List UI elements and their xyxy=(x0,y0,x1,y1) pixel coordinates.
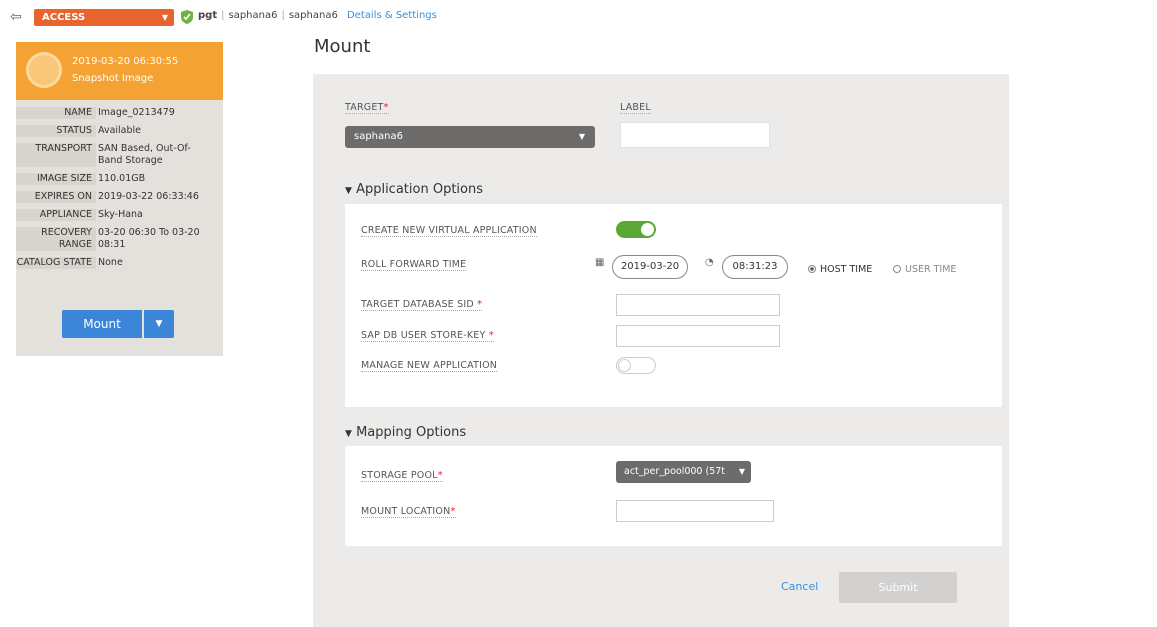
mount-location-input[interactable] xyxy=(616,500,774,522)
snapshot-panel: 2019-03-20 06:30:55 Snapshot Image NAME I… xyxy=(16,42,223,356)
roll-forward-time-label: ROLL FORWARD TIME xyxy=(361,259,467,271)
create-new-virtual-app-label: CREATE NEW VIRTUAL APPLICATION xyxy=(361,225,537,237)
chevron-down-icon: ▼ xyxy=(735,461,745,483)
snapshot-icon xyxy=(26,52,62,88)
property-value: Sky-Hana xyxy=(98,209,143,220)
details-settings-link[interactable]: Details & Settings xyxy=(347,10,437,21)
access-label: ACCESS xyxy=(42,12,86,23)
mapping-options-header[interactable]: ▼ Mapping Options xyxy=(345,425,466,440)
property-value: 2019-03-22 06:33:46 xyxy=(98,191,199,202)
target-database-sid-label: TARGET DATABASE SID * xyxy=(361,299,483,311)
snapshot-header: 2019-03-20 06:30:55 Snapshot Image xyxy=(16,42,223,100)
property-value: 110.01GB xyxy=(98,173,146,184)
application-options-header[interactable]: ▼ Application Options xyxy=(345,182,483,197)
breadcrumb-target[interactable]: saphana6 xyxy=(289,10,338,21)
property-key: CATALOG STATE xyxy=(16,257,96,269)
property-key: IMAGE SIZE xyxy=(16,173,96,185)
property-row: TRANSPORT SAN Based, Out-Of-Band Storage xyxy=(16,140,223,170)
property-row: EXPIRES ON 2019-03-22 06:33:46 xyxy=(16,188,223,206)
submit-button[interactable]: Submit xyxy=(839,572,957,603)
property-key: STATUS xyxy=(16,125,96,137)
storage-pool-value: act_per_pool000 (57t xyxy=(624,466,726,477)
property-row: RECOVERY RANGE 03-20 06:30 To 03-20 08:31 xyxy=(16,224,223,254)
property-value: SAN Based, Out-Of-Band Storage xyxy=(98,143,191,166)
exit-icon[interactable]: ⇦ xyxy=(10,9,28,25)
roll-forward-time-input[interactable]: 08:31:23 xyxy=(722,255,788,279)
storage-pool-label: STORAGE POOL* xyxy=(361,470,443,482)
top-bar: ⇦ ACCESS ▼ pgt | saphana6 | saphana6 Details… xyxy=(0,0,1157,34)
property-row: CATALOG STATE None xyxy=(16,254,223,272)
property-value: None xyxy=(98,257,123,268)
property-row: STATUS Available xyxy=(16,122,223,140)
property-key: TRANSPORT xyxy=(16,143,96,167)
chevron-down-icon: ▼ xyxy=(578,132,585,141)
access-dropdown[interactable]: ACCESS ▼ xyxy=(34,9,174,26)
roll-forward-date-input[interactable]: 2019-03-20 xyxy=(612,255,688,279)
breadcrumb: pgt | saphana6 | saphana6 Details & Settings xyxy=(198,10,437,21)
breadcrumb-app[interactable]: saphana6 xyxy=(228,10,277,21)
chevron-down-icon: ▼ xyxy=(161,13,168,22)
chevron-down-icon: ▼ xyxy=(155,319,163,329)
manage-new-application-toggle[interactable] xyxy=(616,357,656,374)
label-label: LABEL xyxy=(620,102,651,114)
breadcrumb-host[interactable]: pgt xyxy=(198,10,217,21)
shield-icon xyxy=(181,10,193,24)
property-row: IMAGE SIZE 110.01GB xyxy=(16,170,223,188)
target-label: TARGET* xyxy=(345,102,389,114)
target-value: saphana6 xyxy=(354,131,403,142)
radio-unselected-icon xyxy=(893,265,901,273)
property-key: RECOVERY RANGE xyxy=(16,227,96,251)
caret-down-icon: ▼ xyxy=(345,429,352,439)
mount-location-label: MOUNT LOCATION* xyxy=(361,506,456,518)
target-select[interactable]: saphana6 ▼ xyxy=(345,126,595,148)
radio-selected-icon xyxy=(808,265,816,273)
manage-new-application-label: MANAGE NEW APPLICATION xyxy=(361,360,498,372)
host-time-radio[interactable]: HOST TIME xyxy=(808,264,872,275)
property-row: NAME Image_0213479 xyxy=(16,104,223,122)
property-value: 03-20 06:30 To 03-20 08:31 xyxy=(98,227,200,250)
label-input[interactable] xyxy=(620,122,770,148)
property-value: Available xyxy=(98,125,142,136)
create-new-virtual-app-toggle[interactable] xyxy=(616,221,656,238)
caret-down-icon: ▼ xyxy=(345,186,352,196)
target-database-sid-input[interactable] xyxy=(616,294,780,316)
snapshot-type: Snapshot Image xyxy=(72,73,154,84)
mapping-options-box: STORAGE POOL* act_per_pool000 (57t ▼ MOU… xyxy=(345,446,1002,546)
property-key: NAME xyxy=(16,107,96,119)
clock-icon[interactable]: ◔ xyxy=(705,257,714,268)
calendar-icon[interactable]: ▦ xyxy=(595,257,604,268)
sap-db-user-store-key-label: SAP DB USER STORE-KEY * xyxy=(361,330,494,342)
page-title: Mount xyxy=(314,36,371,57)
property-key: APPLIANCE xyxy=(16,209,96,221)
property-key: EXPIRES ON xyxy=(16,191,96,203)
property-value: Image_0213479 xyxy=(98,107,175,118)
sap-db-user-store-key-input[interactable] xyxy=(616,325,780,347)
mount-dropdown-button[interactable]: ▼ xyxy=(144,310,174,338)
snapshot-date: 2019-03-20 06:30:55 xyxy=(72,56,179,67)
storage-pool-select[interactable]: act_per_pool000 (57t ▼ xyxy=(616,461,751,483)
property-row: APPLIANCE Sky-Hana xyxy=(16,206,223,224)
snapshot-properties: NAME Image_0213479 STATUS Available TRANSPOR… xyxy=(16,104,223,272)
mount-form: TARGET* saphana6 ▼ LABEL ▼ Application O… xyxy=(313,74,1009,627)
application-options-box: CREATE NEW VIRTUAL APPLICATION ROLL FORW… xyxy=(345,204,1002,407)
user-time-radio[interactable]: USER TIME xyxy=(893,264,956,275)
mount-button[interactable]: Mount xyxy=(62,310,142,338)
cancel-button[interactable]: Cancel xyxy=(781,580,818,593)
